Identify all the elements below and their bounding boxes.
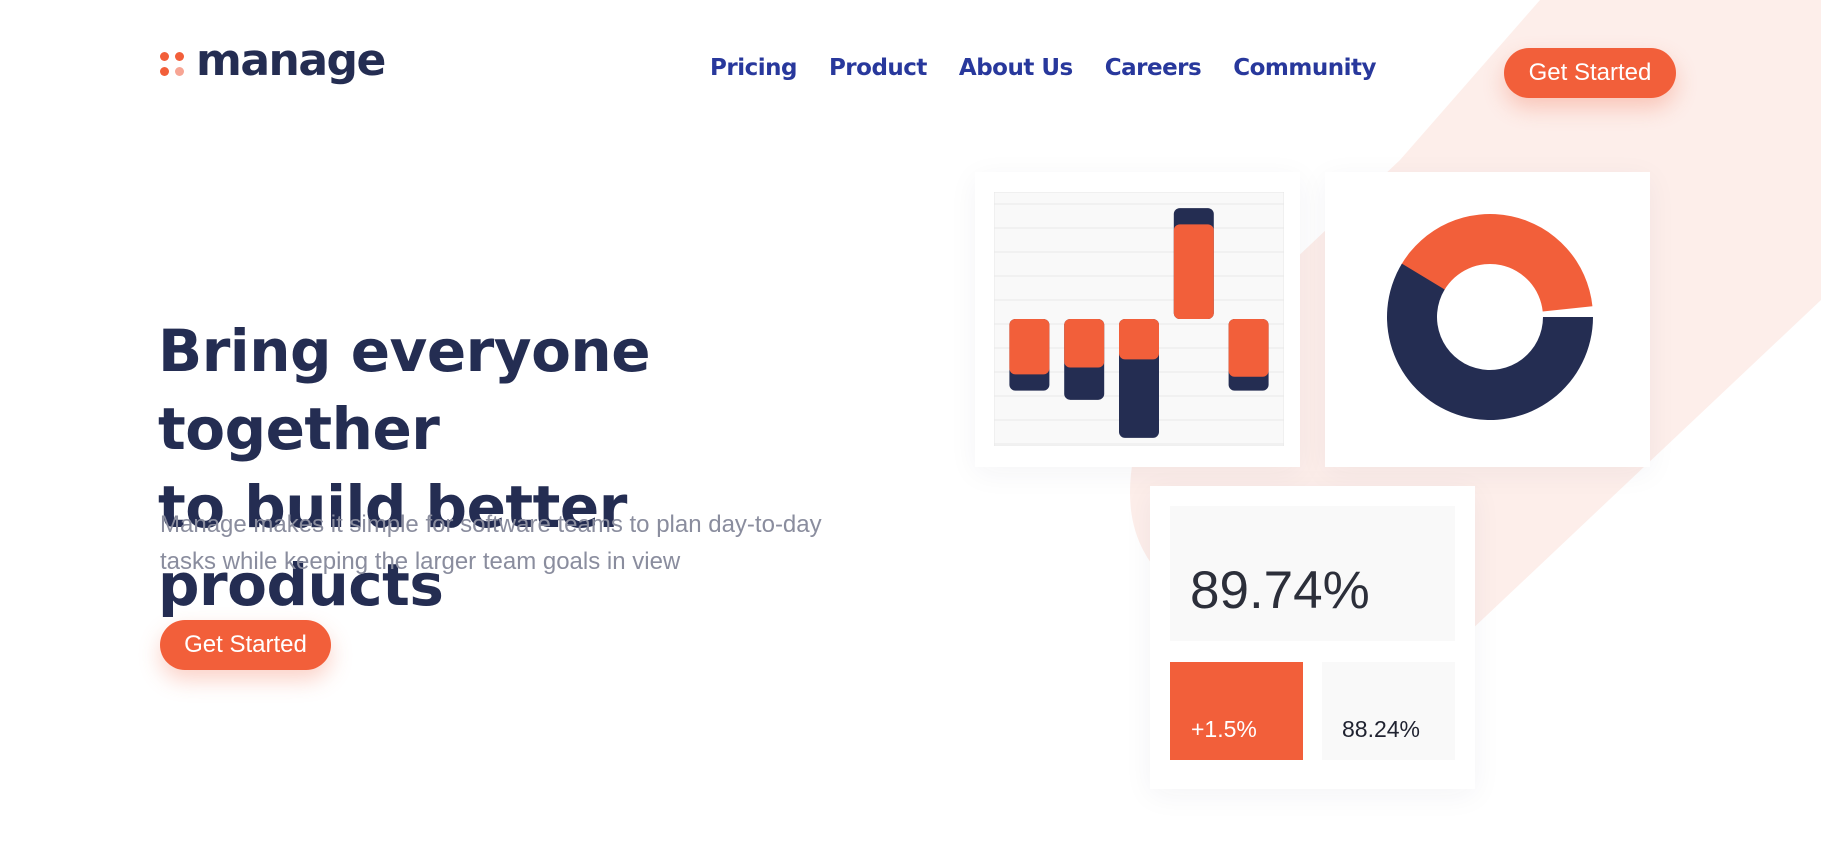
donut-chart-card: [1325, 172, 1650, 467]
stat-main-value: 89.74%: [1190, 561, 1370, 620]
hero-title-line-1: Bring everyone together: [158, 317, 651, 463]
stat-change-panel: +1.5%: [1170, 662, 1303, 760]
four-dots-logo-icon: [160, 52, 186, 78]
nav-link-community[interactable]: Community: [1233, 50, 1376, 86]
logo[interactable]: manage: [160, 35, 386, 86]
nav-link-pricing[interactable]: Pricing: [710, 50, 797, 86]
nav-link-careers[interactable]: Careers: [1105, 50, 1202, 86]
bar-front-2: [1064, 319, 1105, 368]
header-get-started-button[interactable]: Get Started: [1504, 48, 1676, 98]
hero-subtitle: Manage makes it simple for software team…: [160, 511, 822, 575]
bar-chart: [994, 192, 1284, 446]
donut-chart: [1387, 214, 1593, 420]
stats-card: 89.74% +1.5% 88.24%: [1150, 486, 1475, 789]
nav-link-product[interactable]: Product: [829, 50, 927, 86]
logo-text: manage: [196, 35, 386, 86]
bar-front-3: [1119, 319, 1159, 360]
stat-change-value: +1.5%: [1191, 716, 1257, 742]
stat-main-panel: 89.74%: [1170, 506, 1455, 641]
bar-front-4: [1173, 224, 1214, 319]
nav-link-about-us[interactable]: About Us: [959, 50, 1073, 86]
stat-secondary-panel: 88.24%: [1322, 662, 1455, 760]
hero-get-started-button[interactable]: Get Started: [160, 620, 331, 670]
stat-secondary-value: 88.24%: [1342, 716, 1421, 742]
bar-chart-card: [975, 172, 1300, 467]
bar-front-5: [1228, 319, 1269, 377]
main-nav: Pricing Product About Us Careers Communi…: [710, 50, 1408, 86]
bar-front-1: [1009, 319, 1050, 375]
